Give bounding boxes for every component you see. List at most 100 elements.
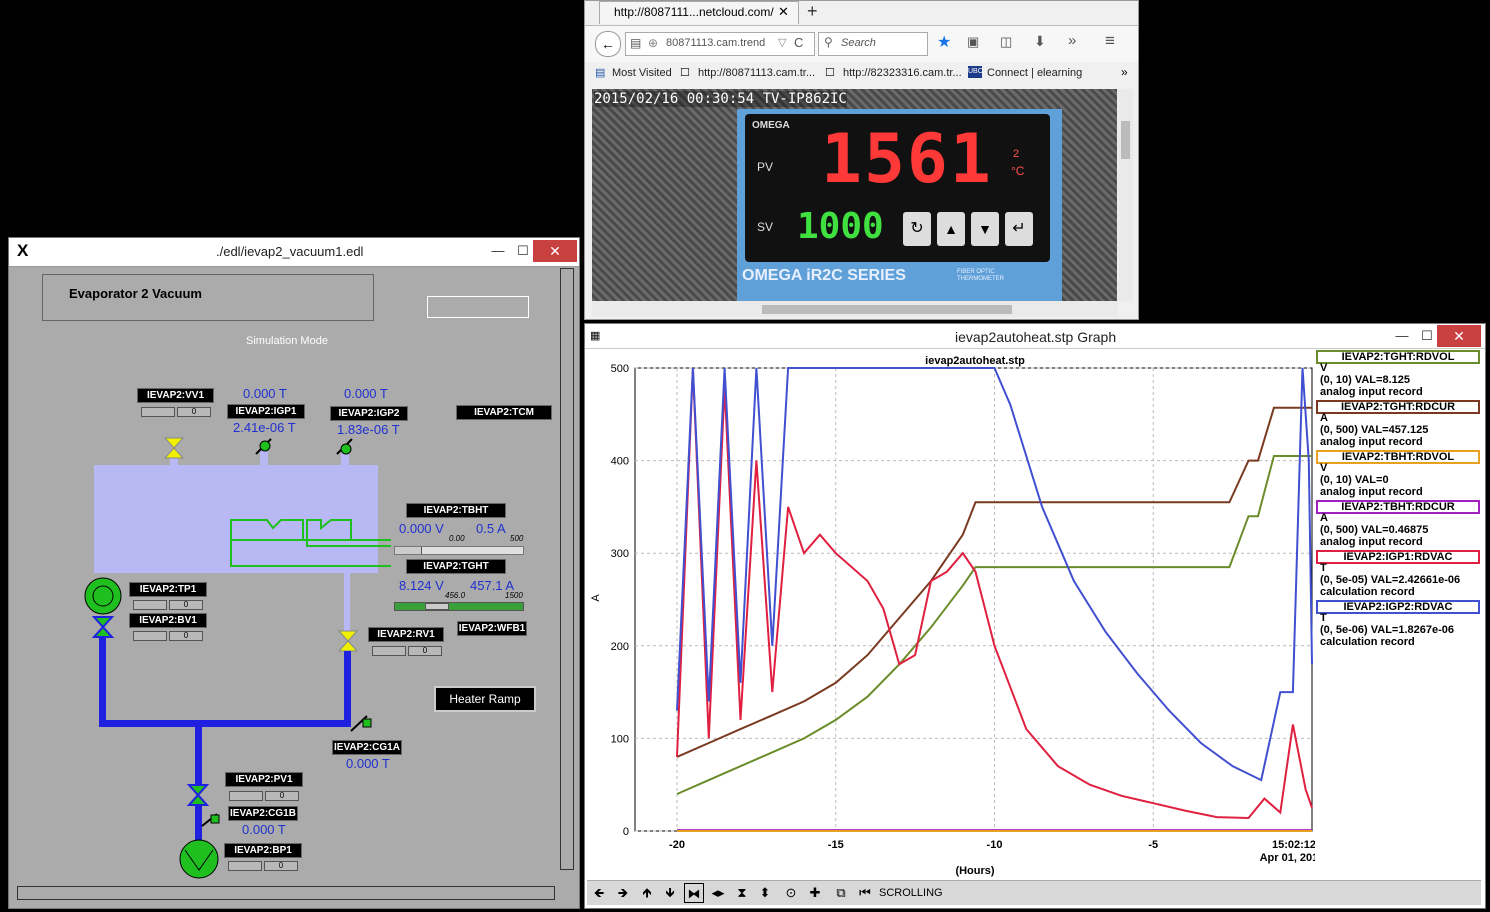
tght-slider[interactable] <box>394 602 524 611</box>
bookmark-folder-icon: ▤ <box>595 67 606 79</box>
igp1-gauge-icon[interactable] <box>259 440 271 452</box>
star-icon[interactable]: ★ <box>937 32 951 52</box>
browser-horizontal-scrollbar[interactable] <box>592 301 1118 317</box>
bookmark-cam1[interactable]: http://80871113.cam.tr... <box>698 67 815 79</box>
legend-line2: calculation record <box>1320 636 1415 648</box>
globe-icon: ⊕ <box>648 36 659 50</box>
vv1-valve-icon[interactable] <box>163 437 185 449</box>
browser-vertical-scrollbar[interactable] <box>1118 89 1133 301</box>
pv-display: 1561 <box>821 120 993 199</box>
rewind-icon[interactable]: ⏮ <box>855 883 875 903</box>
bookmark-most-visited[interactable]: Most Visited <box>612 67 672 79</box>
heater-ramp-button[interactable]: Heater Ramp <box>434 686 536 712</box>
tbht-slider[interactable] <box>394 546 524 555</box>
browser-tab[interactable]: http://8087111...netcloud.com/ ✕ <box>599 1 799 24</box>
pv1-close-button[interactable]: 0 <box>265 791 299 801</box>
legend-line1: (0, 500) VAL=457.125 <box>1320 424 1429 436</box>
tght-label: IEVAP2:TGHT <box>406 559 506 574</box>
bv1-close-button[interactable]: 0 <box>169 631 203 641</box>
cg1b-gauge-icon[interactable] <box>210 814 220 824</box>
down-arrow-icon: ▼ <box>971 212 999 246</box>
up-arrow-icon: ▲ <box>937 212 965 246</box>
graph-window-title: ievap2autoheat.stp Graph <box>955 329 1117 345</box>
legend-text: T (0, 5e-06) VAL=1.8267e-06 calculation re… <box>1320 612 1480 648</box>
zoom-x-in-icon[interactable]: ⧓ <box>684 883 704 903</box>
bookmark-cam2[interactable]: http://82323316.cam.tr... <box>843 67 962 79</box>
sv-label: SV <box>757 220 774 234</box>
omega-logo: OMEGA <box>752 120 790 131</box>
search-input[interactable]: ⚲ Search <box>818 32 928 56</box>
legend-text: V (0, 10) VAL=8.125 analog input record <box>1320 362 1480 398</box>
cg1a-label: IEVAP2:CG1A <box>332 740 402 755</box>
scroll-down-icon[interactable]: 🡻 <box>660 883 680 903</box>
bv1-open-button[interactable] <box>133 631 167 641</box>
bp1-on-button[interactable] <box>228 861 262 871</box>
bp1-off-button[interactable]: 0 <box>264 861 298 871</box>
vv1-label: IEVAP2:VV1 <box>137 388 214 403</box>
tght-max: 1500 <box>505 591 523 600</box>
minimize-icon[interactable]: — <box>1388 325 1416 347</box>
pocket-icon[interactable]: ◫ <box>1000 34 1012 50</box>
bookmark-connect[interactable]: Connect | elearning <box>987 67 1082 79</box>
legend-text: A (0, 500) VAL=457.125 analog input record <box>1320 412 1480 448</box>
dropdown-icon[interactable]: ▽ <box>778 36 786 49</box>
pv1-valve-icon[interactable] <box>186 784 210 797</box>
legend-text: A (0, 500) VAL=0.46875 analog input record <box>1320 512 1480 548</box>
scroll-up-icon[interactable]: 🡹 <box>637 883 657 903</box>
pv1-open-button[interactable] <box>229 791 263 801</box>
url-bar[interactable]: ▤ ⊕ 80871113.cam.trend ▽ C <box>625 32 815 56</box>
nav-bar: ← ▤ ⊕ 80871113.cam.trend ▽ C ⚲ Search ★ … <box>585 25 1138 62</box>
status-label: SCROLLING <box>879 887 943 899</box>
zoom-y-out-icon[interactable]: ⬍ <box>755 883 775 903</box>
tab-title: http://8087111...netcloud.com/ <box>614 5 774 19</box>
cg1b-label: IEVAP2:CG1B <box>228 806 298 821</box>
rv1-valve-icon[interactable] <box>337 630 359 642</box>
rv1-open-button[interactable] <box>372 646 406 656</box>
scroll-left-icon[interactable]: 🡸 <box>589 883 609 903</box>
clipboard-icon[interactable]: ▣ <box>967 34 979 50</box>
bp1-pump-icon[interactable] <box>179 839 219 879</box>
rv1-close-button[interactable]: 0 <box>408 646 442 656</box>
bv1-valve-icon[interactable] <box>91 616 115 629</box>
graph-titlebar[interactable]: ▦ ievap2autoheat.stp Graph — ☐ ✕ <box>585 324 1485 349</box>
close-icon[interactable]: ✕ <box>1437 325 1481 347</box>
bp1-label: IEVAP2:BP1 <box>224 843 302 858</box>
back-icon[interactable]: ← <box>595 31 621 57</box>
vertical-scrollbar[interactable] <box>560 268 574 870</box>
zoom-y-in-icon[interactable]: ⧗ <box>732 883 752 903</box>
x-tick-label: -10 <box>987 839 1003 851</box>
zoom-x-out-icon[interactable]: ◂▸ <box>708 883 728 903</box>
cg1a-gauge-icon[interactable] <box>362 718 372 728</box>
legend-unit: T <box>1320 562 1327 574</box>
igp2-gauge-icon[interactable] <box>340 443 352 455</box>
tp1-off-button[interactable]: 0 <box>169 600 203 610</box>
bookmarks-overflow-icon[interactable]: » <box>1121 65 1128 79</box>
legend-line1: (0, 5e-06) VAL=1.8267e-06 <box>1320 624 1455 636</box>
tab-close-icon[interactable]: ✕ <box>778 4 789 20</box>
overflow-icon[interactable]: » <box>1068 32 1076 49</box>
minimize-icon[interactable]: — <box>484 240 512 262</box>
scroll-right-icon[interactable]: 🡺 <box>613 883 633 903</box>
pv-unit-top: 2 <box>1013 148 1020 160</box>
center-icon[interactable]: ⊙ <box>781 883 801 903</box>
close-icon[interactable]: ✕ <box>533 240 577 262</box>
igp1-label: IEVAP2:IGP1 <box>227 404 305 419</box>
tp1-on-button[interactable] <box>133 600 167 610</box>
autoscale-icon[interactable]: ⧉ <box>831 883 851 903</box>
edl-titlebar[interactable]: X ./edl/ievap2_vacuum1.edl — ☐ ✕ <box>9 238 579 267</box>
crosshair-icon[interactable]: ✚ <box>805 883 825 903</box>
tp1-pump-icon[interactable] <box>84 577 122 615</box>
x-logo-icon: X <box>17 241 29 260</box>
cg1b-value: 0.000 T <box>242 822 286 837</box>
vv1-close-button[interactable]: 0 <box>177 407 211 417</box>
reload-icon[interactable]: C <box>794 35 803 50</box>
camera-feed: 2015/02/16 00:30:54 TV-IP862IC OMEGA PV … <box>592 89 1117 301</box>
legend-text: T (0, 5e-05) VAL=2.42661e-06 calculation r… <box>1320 562 1480 598</box>
menu-icon[interactable]: ≡ <box>1105 31 1115 51</box>
vv1-open-button[interactable] <box>141 407 175 417</box>
new-tab-icon[interactable]: + <box>807 1 818 22</box>
horizontal-scrollbar[interactable] <box>17 886 555 900</box>
sv-display: 1000 <box>797 206 884 247</box>
tcm-label: IEVAP2:TCM <box>456 405 552 420</box>
download-icon[interactable]: ⬇ <box>1034 33 1046 50</box>
